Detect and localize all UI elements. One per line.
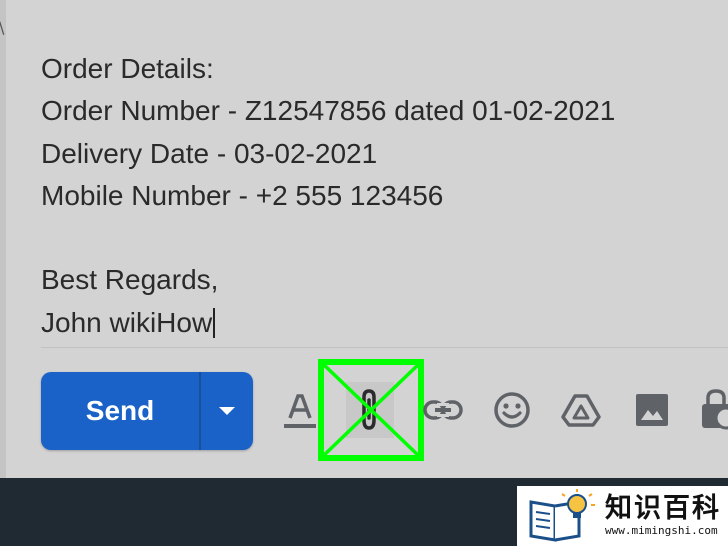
body-line-5 (41, 217, 721, 259)
edge-glyph: \ (0, 18, 4, 37)
drive-icon (561, 394, 601, 427)
body-line-1: Order Details: (41, 53, 214, 84)
compose-window: \ Order Details: Order Number - Z1254785… (0, 0, 728, 478)
body-line-7: John wikiHow (41, 302, 721, 344)
confidential-mode-button[interactable] (698, 382, 728, 438)
photo-icon (636, 394, 668, 426)
formatting-icon (284, 394, 316, 428)
book-bulb-icon (529, 489, 595, 542)
dropdown-arrow-icon (219, 407, 235, 415)
toolbar-divider (41, 347, 728, 348)
formatting-options-button[interactable] (276, 382, 324, 438)
send-options-button[interactable] (201, 372, 253, 450)
send-button-group: Send (41, 372, 253, 450)
body-line-4: Mobile Number - +2 555 123456 (41, 179, 444, 211)
link-icon (423, 400, 463, 420)
send-button[interactable]: Send (41, 372, 199, 450)
insert-link-button[interactable] (419, 382, 467, 438)
text-cursor (213, 307, 216, 338)
lock-clock-icon (702, 389, 728, 430)
highlight-box (318, 359, 424, 461)
insert-photo-button[interactable] (628, 382, 676, 438)
emoji-icon (494, 392, 530, 428)
message-body[interactable]: Order Details: Order Number - Z12547856 … (41, 48, 721, 344)
insert-emoji-button[interactable] (488, 382, 536, 438)
watermark-url: www.mimingshi.com (605, 524, 718, 537)
body-line-2: Order Number - Z12547856 dated 01-02-202… (41, 95, 616, 127)
watermark-name: 知识百科 (605, 493, 721, 524)
body-line-3: Delivery Date - 03-02-2021 (41, 137, 378, 169)
signature-text: John wikiHow (41, 306, 213, 338)
insert-drive-button[interactable] (557, 382, 605, 438)
watermark-logo: 知识百科 www.mimingshi.com (517, 486, 728, 546)
window-edge: \ (0, 0, 6, 478)
body-line-6: Best Regards, (41, 264, 219, 296)
